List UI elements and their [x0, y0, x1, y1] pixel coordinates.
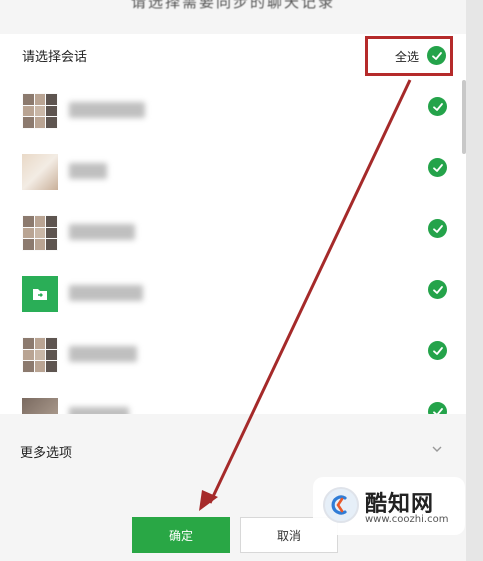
confirm-button[interactable]: 确定 — [132, 517, 230, 553]
select-all-check-icon[interactable] — [427, 46, 446, 65]
check-icon[interactable] — [428, 280, 447, 299]
group-avatar — [22, 93, 58, 129]
watermark-url: www.coozhi.com — [365, 514, 449, 525]
check-icon[interactable] — [428, 341, 447, 360]
conversation-name-blurred — [69, 407, 129, 414]
photo-avatar — [22, 154, 58, 190]
conversation-name-blurred — [69, 163, 107, 179]
check-icon[interactable] — [428, 402, 447, 414]
group-avatar — [22, 337, 58, 373]
conversation-name-blurred — [69, 346, 137, 362]
conversation-item[interactable] — [0, 139, 466, 200]
photo-avatar — [22, 398, 58, 414]
conversation-item[interactable] — [0, 322, 466, 383]
header-label: 请选择会话 — [22, 50, 88, 65]
conversation-name-blurred — [69, 285, 143, 301]
chevron-down-icon[interactable] — [430, 442, 444, 456]
conversation-item[interactable] — [0, 261, 466, 322]
conversation-list[interactable] — [0, 78, 466, 414]
folder-icon — [33, 289, 47, 300]
conversation-item[interactable] — [0, 78, 466, 139]
conversation-item[interactable] — [0, 200, 466, 261]
select-all-highlight[interactable]: 全选 — [365, 36, 453, 76]
check-icon[interactable] — [428, 158, 447, 177]
watermark: 酷知网 www.coozhi.com — [313, 477, 465, 535]
dialog-title: 请选择需要同步的聊天记录 — [130, 0, 335, 11]
window-scroll-gutter — [466, 0, 483, 561]
check-icon[interactable] — [428, 219, 447, 238]
select-all-label: 全选 — [395, 50, 420, 64]
watermark-logo-icon — [323, 487, 359, 523]
more-options-label: 更多选项 — [20, 446, 73, 461]
more-options-row[interactable]: 更多选项 — [0, 424, 466, 474]
folder-avatar — [22, 276, 58, 312]
group-avatar — [22, 215, 58, 251]
conversation-name-blurred — [69, 102, 145, 118]
check-icon[interactable] — [428, 97, 447, 116]
conversation-item[interactable] — [0, 383, 466, 414]
conversation-name-blurred — [69, 224, 135, 240]
